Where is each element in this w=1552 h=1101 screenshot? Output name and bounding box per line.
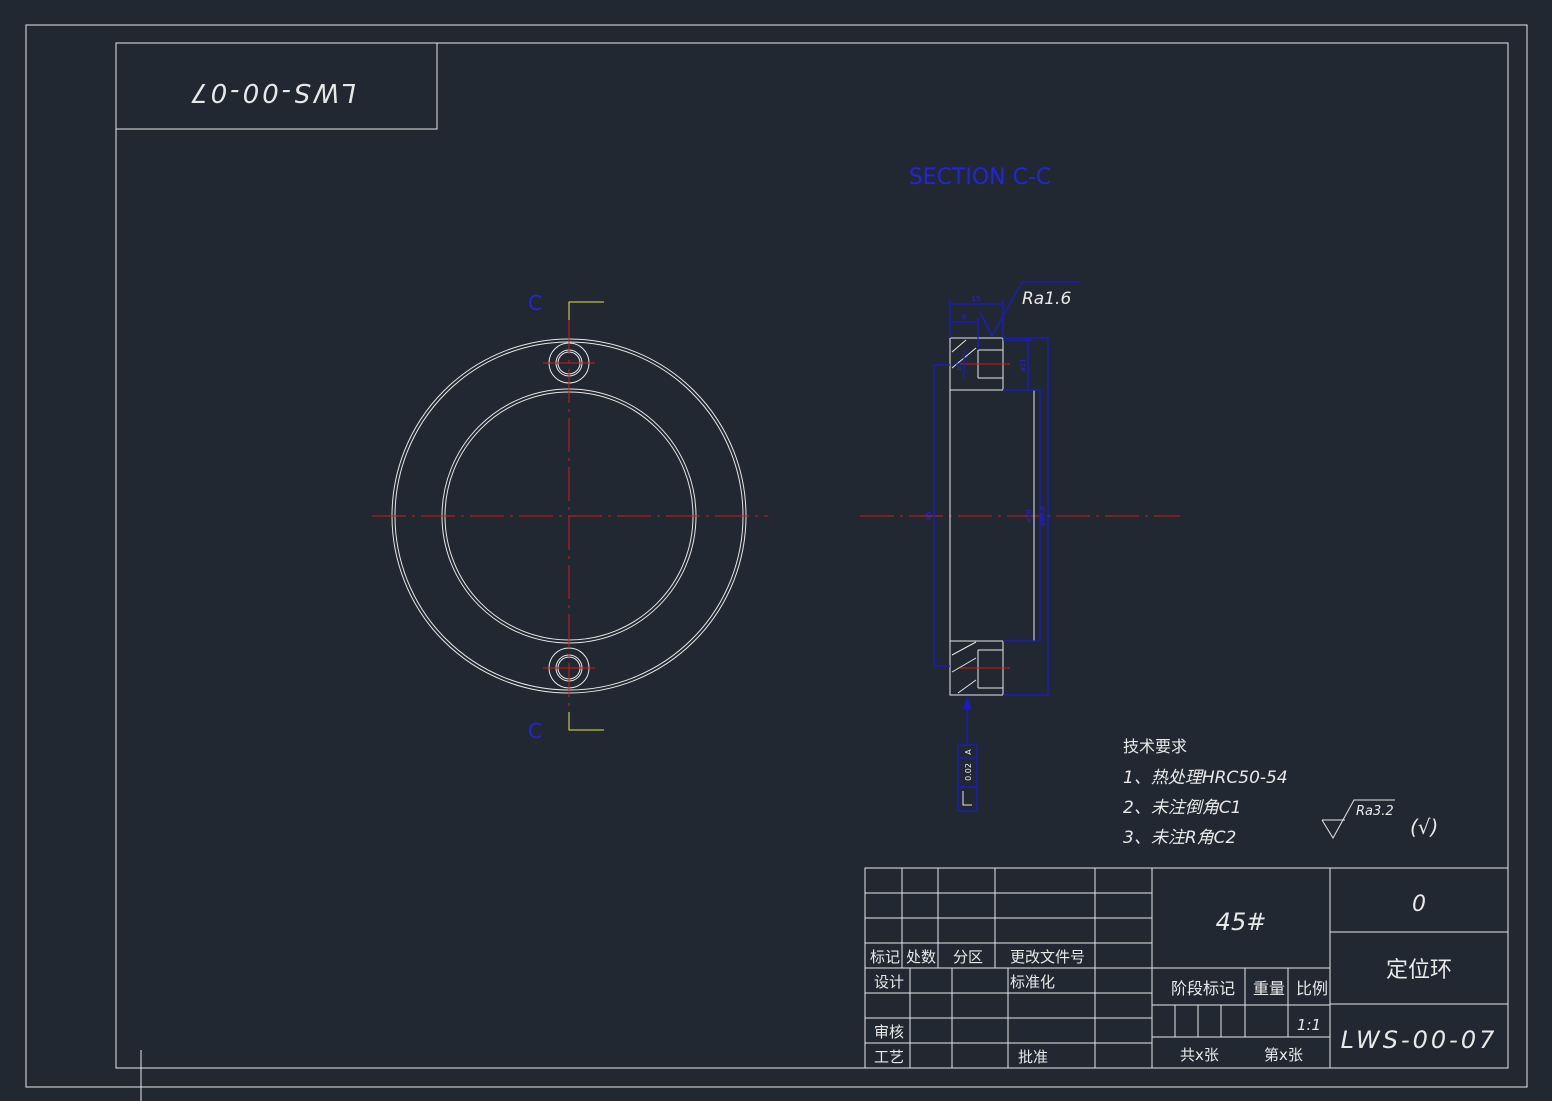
- label-stage-mark: 阶段标记: [1171, 979, 1235, 998]
- label-design: 设计: [874, 973, 904, 991]
- tolerance-datum: A: [964, 749, 973, 755]
- hatch-4: [951, 657, 977, 673]
- drawing-canvas: LWS-00-07 SECTION C-C C C 15 8 ø7 ø11 85…: [25, 24, 1528, 1101]
- label-change-doc: 更改文件号: [1010, 948, 1085, 966]
- drawing-number: LWS-00-07: [1341, 1026, 1498, 1054]
- label-review: 审核: [874, 1023, 904, 1041]
- flatness-symbol: [962, 791, 972, 806]
- surface-finish-other: (√): [1410, 815, 1438, 839]
- mirrored-code: LWS-00-07: [188, 77, 356, 107]
- part-name: 定位环: [1386, 958, 1452, 983]
- label-mark: 标记: [870, 948, 900, 966]
- section-view: 15 8 ø7 ø11 85 ø70 ø99.8 Ra1.6 A 0.02: [860, 281, 1180, 812]
- section-cut-bottom: [568, 712, 604, 731]
- dim-phi7-text: ø7: [955, 362, 963, 371]
- tech-title: 技术要求: [1123, 737, 1187, 756]
- dim-phi70-text: ø70: [1025, 509, 1033, 522]
- tech-item-1: 1、热处理HRC50-54: [1123, 768, 1288, 788]
- dim-85-text: 85: [925, 512, 933, 521]
- dim-15-text: 15: [972, 295, 981, 303]
- surface-finish: Ra3.2 (√): [1321, 799, 1438, 839]
- datum-arrow-head: [963, 697, 971, 709]
- dim-8-text: 8: [962, 313, 966, 321]
- material-value: 45#: [1216, 908, 1267, 936]
- label-total-sheets: 共x张: [1180, 1046, 1219, 1064]
- surface-finish-value: Ra3.2: [1356, 804, 1394, 819]
- section-cut-top: [568, 301, 604, 320]
- label-process: 工艺: [874, 1048, 904, 1066]
- tech-item-2: 2、未注倒角C1: [1123, 798, 1242, 818]
- tolerance-value: 0.02: [964, 763, 973, 781]
- tech-item-3: 3、未注R角C2: [1123, 828, 1236, 848]
- section-title: SECTION C-C: [909, 165, 1052, 190]
- front-view: C C: [372, 291, 768, 743]
- title-block: 标记 处数 分区 更改文件号 设计 标准化 审核 工艺 批准 45# 阶段标记 …: [864, 867, 1509, 1069]
- hatch-5: [957, 679, 977, 694]
- scale-value: 1:1: [1297, 1016, 1321, 1034]
- label-sheet-no: 第x张: [1264, 1046, 1303, 1064]
- label-weight: 重量: [1253, 979, 1285, 998]
- outer-frame: [25, 24, 1528, 1088]
- label-standardize: 标准化: [1010, 973, 1055, 991]
- section-marker-bottom: C: [528, 719, 542, 743]
- section-marker-top: C: [528, 291, 542, 315]
- weight-value: 0: [1412, 892, 1426, 917]
- label-scale: 比例: [1296, 979, 1328, 998]
- label-zone: 分区: [953, 948, 983, 966]
- tech-requirements: 技术要求 1、热处理HRC50-54 2、未注倒角C1 3、未注R角C2: [1123, 737, 1288, 848]
- label-approve: 批准: [1018, 1048, 1048, 1066]
- roughness-top-text: Ra1.6: [1022, 289, 1071, 309]
- dim-phi11-text: ø11: [1019, 358, 1027, 371]
- dim-phi99-text: ø99.8: [1039, 506, 1047, 526]
- label-count: 处数: [906, 948, 936, 966]
- hatch-3: [951, 641, 977, 656]
- inner-frame: [115, 42, 1509, 1069]
